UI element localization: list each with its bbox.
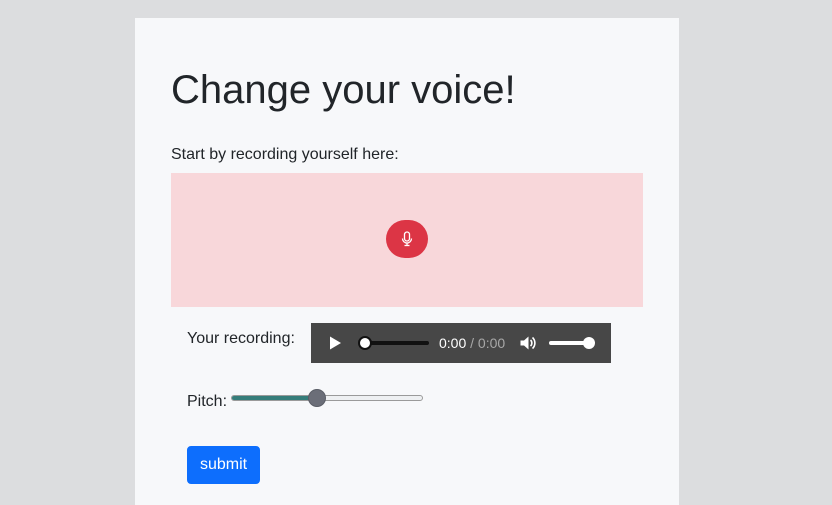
pitch-thumb[interactable] — [308, 389, 326, 407]
pitch-slider[interactable] — [231, 389, 423, 407]
page-title: Change your voice! — [171, 68, 516, 112]
time-separator: / — [470, 335, 475, 351]
audio-player[interactable]: 0:00 / 0:00 — [311, 323, 611, 363]
pitch-track[interactable] — [231, 395, 423, 401]
recorder-panel — [171, 173, 643, 307]
volume-thumb[interactable] — [583, 337, 595, 349]
volume-icon[interactable] — [519, 334, 537, 352]
pitch-fill — [232, 396, 318, 400]
voice-changer-card: Change your voice! Start by recording yo… — [135, 18, 679, 505]
total-time: 0:00 — [477, 335, 506, 351]
seek-bar[interactable] — [358, 336, 429, 350]
record-button[interactable] — [386, 220, 428, 258]
record-instructions: Start by recording yourself here: — [171, 146, 399, 163]
submit-button[interactable]: submit — [187, 446, 260, 484]
recording-label: Your recording: — [187, 330, 295, 347]
pitch-label: Pitch: — [187, 393, 228, 410]
time-display: 0:00 / 0:00 — [439, 335, 505, 351]
play-icon[interactable] — [327, 335, 343, 351]
current-time: 0:00 — [439, 335, 467, 351]
seek-thumb[interactable] — [358, 336, 372, 350]
volume-slider[interactable] — [549, 337, 595, 349]
microphone-icon — [401, 231, 413, 247]
